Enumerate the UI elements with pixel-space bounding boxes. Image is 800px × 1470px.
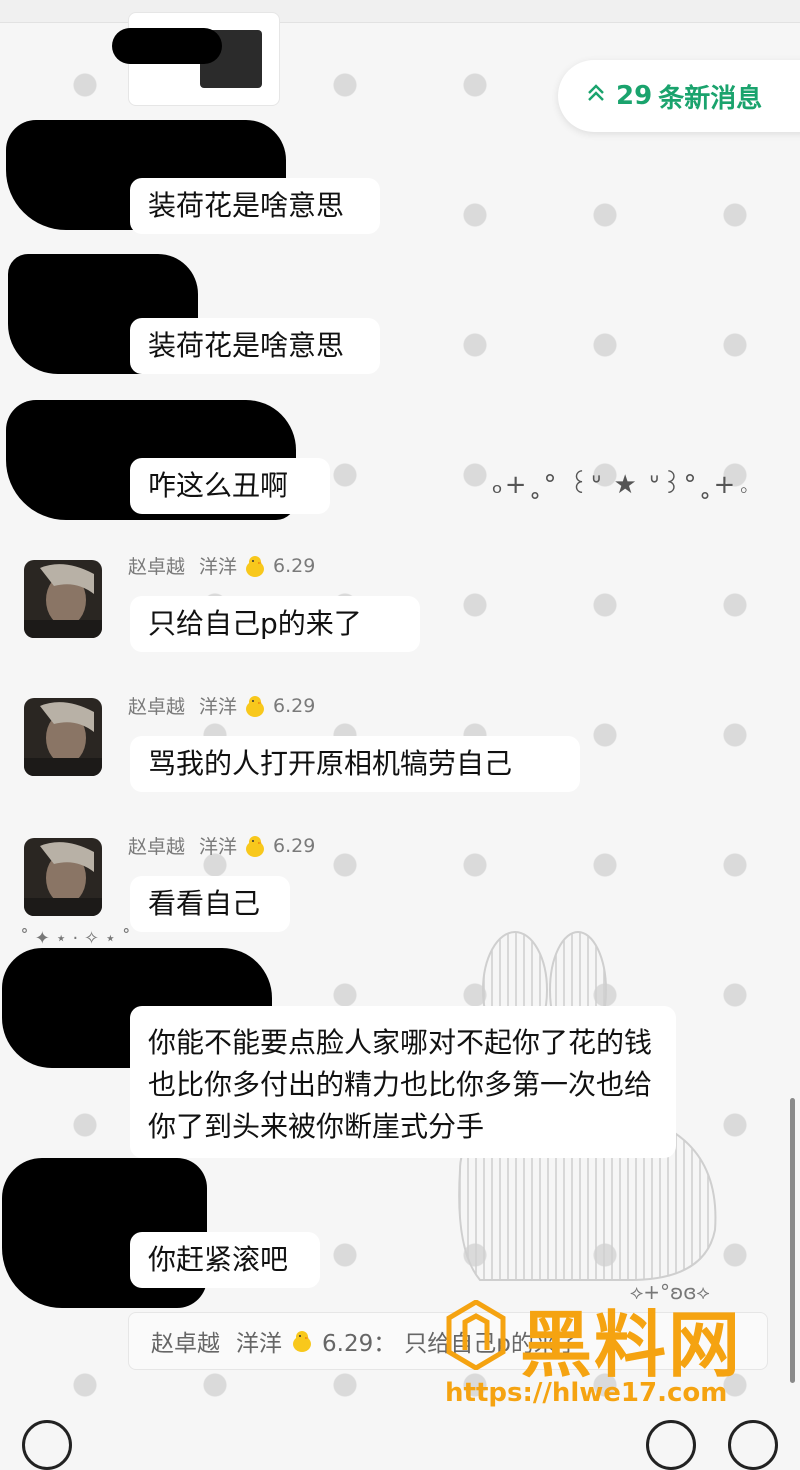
message-bubble[interactable]: 你能不能要点脸人家哪对不起你了花的钱也比你多付出的精力也比你多第一次也给你了到头… bbox=[130, 1006, 676, 1158]
sender-line: 赵卓越 洋洋 6.29 bbox=[128, 552, 315, 579]
kaomoji-decoration: ₒ+˳° ꒰ᐡ ★ ᐡ꒱°˳+。 bbox=[492, 470, 760, 500]
sender-line: 赵卓越 洋洋 6.29 bbox=[128, 692, 315, 719]
message-text: 看看自己 bbox=[148, 887, 261, 920]
new-messages-label: 条新消息 bbox=[658, 83, 763, 114]
sender-nickname: 洋洋 bbox=[199, 556, 238, 578]
status-bar bbox=[0, 0, 800, 23]
new-messages-count: 29 bbox=[616, 81, 653, 111]
sender-nickname: 洋洋 bbox=[199, 696, 238, 718]
sender-name: 赵卓越 bbox=[128, 556, 186, 578]
chevron-up-icon bbox=[586, 83, 606, 109]
message-text: 装荷花是啥意思 bbox=[148, 329, 345, 362]
message-text: 只给自己p的来了 bbox=[148, 607, 362, 640]
watermark-title: 黑料网 bbox=[520, 1303, 743, 1387]
sender-suffix: 6.29 bbox=[273, 694, 316, 717]
message-bubble[interactable]: 装荷花是啥意思 bbox=[130, 318, 380, 374]
message-text: 咋这么丑啊 bbox=[148, 469, 289, 502]
emoji-icon[interactable] bbox=[646, 1420, 696, 1470]
watermark-logo-icon bbox=[446, 1300, 506, 1370]
add-icon[interactable] bbox=[728, 1420, 778, 1470]
sender-suffix: 6.29 bbox=[273, 554, 316, 577]
quote-suffix: 6.29： bbox=[322, 1331, 397, 1357]
message-text: 你能不能要点脸人家哪对不起你了花的钱也比你多付出的精力也比你多第一次也给你了到头… bbox=[148, 1026, 653, 1143]
message-text: 骂我的人打开原相机犒劳自己 bbox=[148, 747, 513, 780]
avatar[interactable] bbox=[24, 698, 102, 776]
message-bubble[interactable]: 装荷花是啥意思 bbox=[130, 178, 380, 234]
sender-suffix: 6.29 bbox=[273, 834, 316, 857]
message-text: 装荷花是啥意思 bbox=[148, 189, 345, 222]
message-bubble[interactable]: 只给自己p的来了 bbox=[130, 596, 420, 652]
quote-nickname: 洋洋 bbox=[236, 1331, 282, 1357]
watermark: 黑料网 https://hlwe17.com bbox=[445, 1292, 775, 1422]
message-bubble[interactable]: 咋这么丑啊 bbox=[130, 458, 330, 514]
sender-name: 赵卓越 bbox=[128, 836, 186, 858]
voice-icon[interactable] bbox=[22, 1420, 72, 1470]
sender-line: 赵卓越 洋洋 6.29 bbox=[128, 832, 315, 859]
avatar[interactable] bbox=[24, 838, 102, 916]
chick-emoji-icon bbox=[246, 695, 265, 717]
quote-sender: 赵卓越 bbox=[151, 1331, 220, 1357]
chick-emoji-icon bbox=[246, 555, 265, 577]
stars-decoration: ˚ ✦ ⋆ · ✧ ⋆ ˚ bbox=[20, 928, 131, 949]
scrollbar[interactable] bbox=[790, 1098, 795, 1383]
watermark-url: https://hlwe17.com bbox=[445, 1378, 728, 1408]
sender-nickname: 洋洋 bbox=[199, 836, 238, 858]
redaction bbox=[112, 28, 222, 64]
message-text: 你赶紧滚吧 bbox=[148, 1243, 289, 1276]
message-bubble[interactable]: 骂我的人打开原相机犒劳自己 bbox=[130, 736, 580, 792]
avatar[interactable] bbox=[24, 560, 102, 638]
message-bubble[interactable]: 你赶紧滚吧 bbox=[130, 1232, 320, 1288]
chick-emoji-icon bbox=[246, 835, 265, 857]
new-messages-button[interactable]: 29 条新消息 bbox=[558, 60, 800, 132]
sender-name: 赵卓越 bbox=[128, 696, 186, 718]
message-bubble[interactable]: 看看自己 bbox=[130, 876, 290, 932]
chick-emoji-icon bbox=[293, 1331, 311, 1352]
